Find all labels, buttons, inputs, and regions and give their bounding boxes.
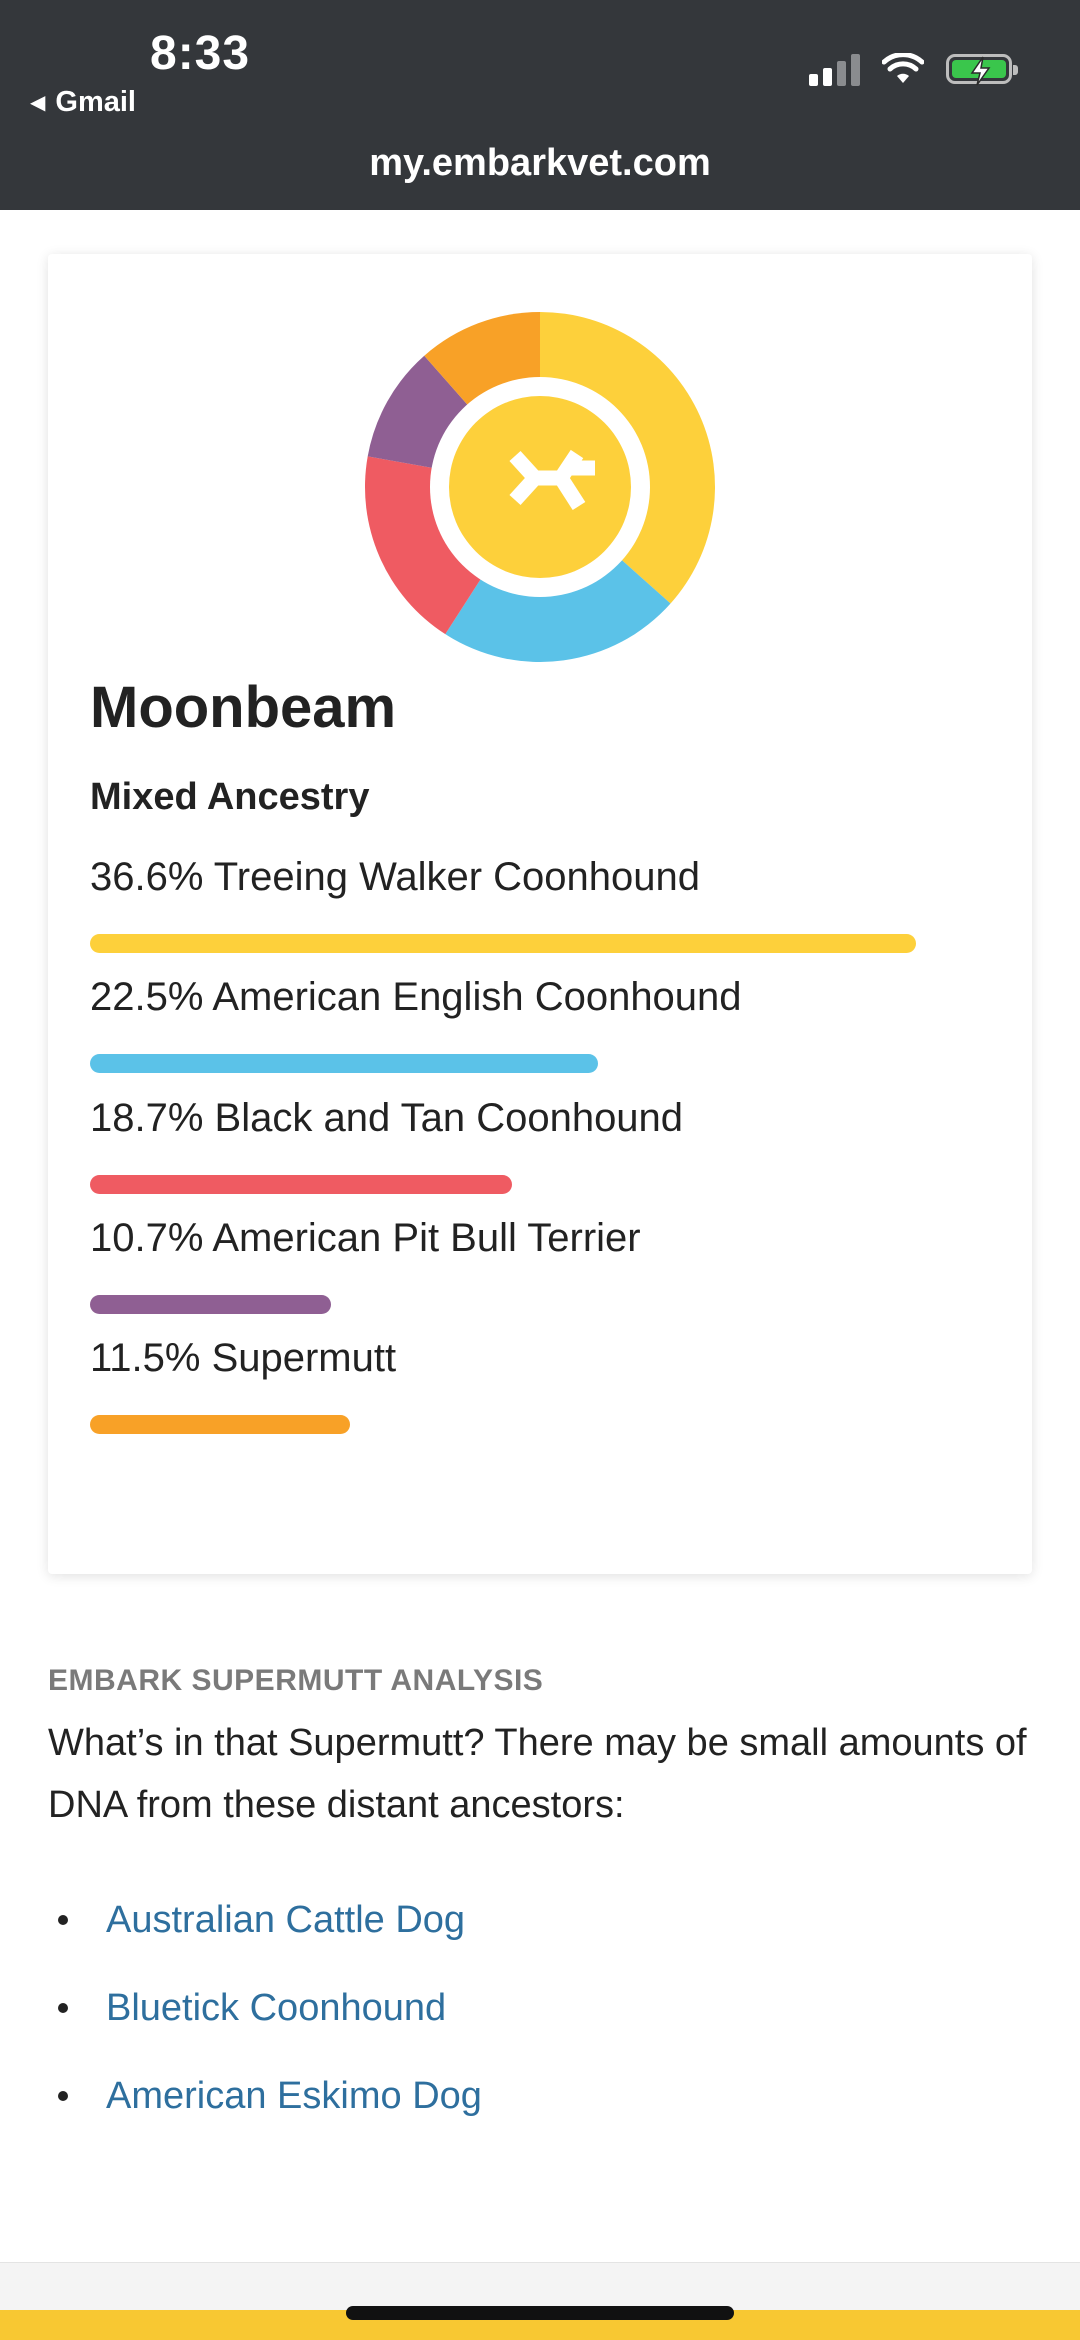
back-arrow-icon: ◀	[30, 92, 46, 114]
list-item: Bluetick Coonhound	[48, 1964, 482, 2052]
supermutt-section-label: EMBARK SUPERMUTT ANALYSIS	[48, 1664, 544, 1697]
ancestor-link-bluetick-coonhound[interactable]: Bluetick Coonhound	[106, 1987, 446, 2030]
dog-name: Moonbeam	[90, 675, 397, 740]
ancestry-card: Moonbeam Mixed Ancestry 36.6% Treeing Wa…	[48, 254, 1032, 1574]
list-item: Australian Cattle Dog	[48, 1876, 482, 1964]
breed-bar	[90, 1415, 350, 1434]
home-indicator[interactable]	[346, 2306, 734, 2320]
breed-bar	[90, 1054, 598, 1073]
breed-label: 36.6% Treeing Walker Coonhound	[90, 855, 700, 899]
bullet-icon	[58, 2003, 68, 2013]
battery-charging-icon	[946, 54, 1018, 86]
ancestry-donut-chart	[365, 312, 715, 662]
breed-bar	[90, 934, 916, 953]
supermutt-ancestor-list: Australian Cattle Dog Bluetick Coonhound…	[48, 1876, 482, 2140]
breed-label: 22.5% American English Coonhound	[90, 975, 742, 1019]
ancestor-link-american-eskimo-dog[interactable]: American Eskimo Dog	[106, 2075, 482, 2118]
url-bar[interactable]: my.embarkvet.com	[0, 142, 1080, 185]
bullet-icon	[58, 1915, 68, 1925]
breed-bar	[90, 1295, 331, 1314]
breed-label: 11.5% Supermutt	[90, 1336, 397, 1380]
cellular-signal-icon	[809, 52, 860, 86]
status-icons	[809, 52, 1018, 86]
breed-label: 10.7% American Pit Bull Terrier	[90, 1216, 641, 1260]
back-to-app-link[interactable]: ◀ Gmail	[30, 86, 136, 119]
back-app-label: Gmail	[55, 86, 136, 118]
breed-bar	[90, 1175, 512, 1194]
bullet-icon	[58, 2091, 68, 2101]
ancestor-link-australian-cattle-dog[interactable]: Australian Cattle Dog	[106, 1899, 465, 1942]
wifi-icon	[882, 53, 924, 83]
ancestry-title: Mixed Ancestry	[90, 776, 370, 818]
list-item: American Eskimo Dog	[48, 2052, 482, 2140]
status-time: 8:33	[150, 27, 251, 80]
browser-top-bar: 8:33 ◀ Gmail my.embarkvet.com	[0, 0, 1080, 210]
breed-label: 18.7% Black and Tan Coonhound	[90, 1096, 684, 1140]
supermutt-intro-text: What’s in that Supermutt? There may be s…	[48, 1722, 1027, 1826]
